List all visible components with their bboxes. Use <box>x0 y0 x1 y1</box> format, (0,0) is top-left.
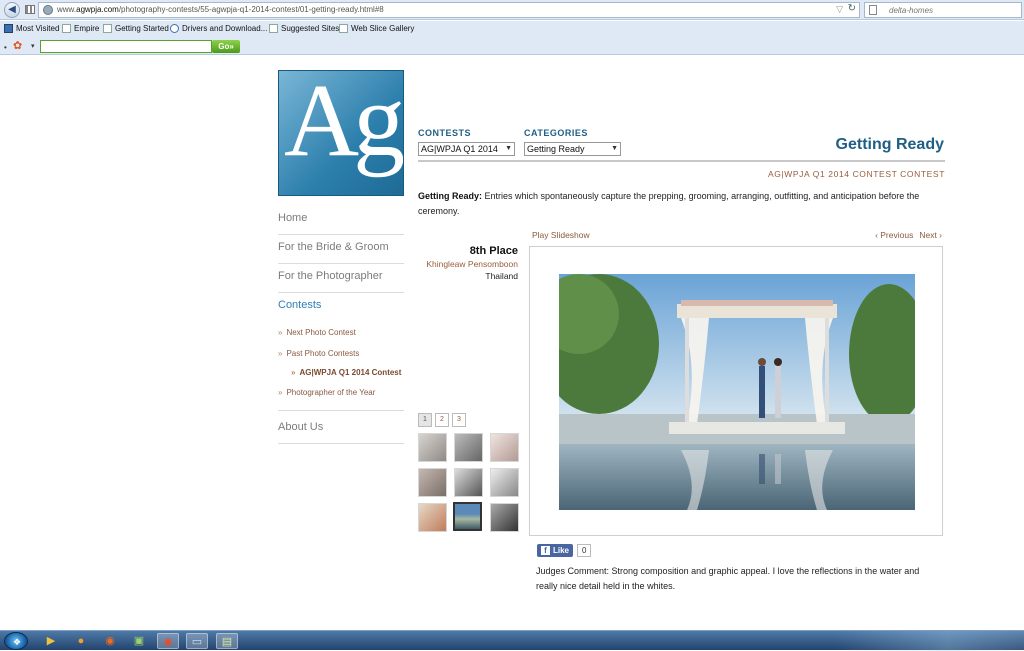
bookmark-empire[interactable]: Empire <box>62 24 99 33</box>
sidebar-nav: Home For the Bride & Groom For the Photo… <box>278 206 404 444</box>
hp-icon <box>170 24 179 33</box>
double-chevron-icon: » <box>278 349 283 358</box>
search-input[interactable]: delta-homes <box>864 2 1022 18</box>
page: Ag Home For the Bride & Groom For the Ph… <box>0 56 1024 630</box>
page-icon <box>869 5 877 15</box>
double-chevron-icon: » <box>278 328 283 337</box>
place-label: 8th Place <box>469 245 518 257</box>
sidebar-subitem-next-contest[interactable]: » Next Photo Contest <box>278 322 404 343</box>
categories-select[interactable]: Getting Ready ▼ <box>524 142 621 156</box>
wedding-pavilion-image <box>559 274 915 510</box>
facebook-like: f Like 0 <box>537 544 592 557</box>
contests-label: CONTESTS <box>418 128 472 138</box>
prev-next-nav: ‹ Previous Next › <box>840 230 942 240</box>
page-title: Getting Ready <box>835 136 944 153</box>
bookmark-icon <box>4 24 13 33</box>
thumbnail[interactable] <box>490 433 519 462</box>
toolbar-search-input[interactable] <box>40 40 212 53</box>
caret-down-icon[interactable]: ▾ <box>31 42 35 50</box>
page-button-2[interactable]: 2 <box>435 413 449 427</box>
bookmark-suggested-sites[interactable]: Suggested Sites <box>269 24 339 33</box>
explorer-window-icon[interactable]: ▭ <box>186 633 208 649</box>
bookmark-most-visited[interactable]: Most Visited <box>4 24 59 33</box>
site-logo[interactable]: Ag <box>278 70 404 196</box>
thumbnail-selected[interactable] <box>453 502 482 531</box>
system-tray <box>834 631 1024 651</box>
bookmark-drivers[interactable]: Drivers and Download... <box>170 24 267 33</box>
grid-icon[interactable] <box>25 5 35 14</box>
photographer-link[interactable]: Khingleaw Pensomboon <box>418 259 518 269</box>
contest-subtitle: AG|WPJA Q1 2014 CONTEST CONTEST <box>768 169 945 179</box>
contests-select[interactable]: AG|WPJA Q1 2014 ▼ <box>418 142 515 156</box>
previous-link[interactable]: ‹ Previous <box>875 230 913 240</box>
page-icon <box>103 24 112 33</box>
windows-taskbar: ❖ ▶ ● ◉ ▣ ◉ ▭ ▤ <box>0 630 1024 651</box>
logo-text: Ag <box>284 70 403 178</box>
thumbnail-pager: 1 2 3 <box>418 413 469 427</box>
sidebar-item-contests[interactable]: Contests <box>278 293 404 322</box>
browser-icon[interactable]: ◉ <box>99 633 121 649</box>
globe-icon <box>43 5 53 15</box>
like-count: 0 <box>577 544 592 557</box>
sidebar-item-bride-groom[interactable]: For the Bride & Groom <box>278 235 404 264</box>
media-player-icon[interactable]: ▶ <box>40 633 62 649</box>
country-label: Thailand <box>485 271 518 281</box>
flower-icon[interactable]: ✿ <box>13 39 22 52</box>
dropdown-arrow-icon: ▼ <box>611 145 618 152</box>
thumbnail[interactable] <box>418 503 447 532</box>
url-text: www.agwpja.com/photography-contests/55-a… <box>57 5 384 14</box>
judges-comment: Judges Comment: Strong composition and g… <box>536 566 920 591</box>
contest-photo[interactable] <box>559 274 915 510</box>
firefox-icon[interactable]: ● <box>70 633 92 649</box>
thumbnail[interactable] <box>454 433 483 462</box>
page-icon <box>62 24 71 33</box>
category-description: Getting Ready: Entries which spontaneous… <box>418 191 920 216</box>
double-chevron-icon: » <box>291 368 296 377</box>
go-button[interactable]: Go» <box>212 40 240 53</box>
page-button-3[interactable]: 3 <box>452 413 466 427</box>
dropdown-arrow-icon[interactable]: ▽ <box>836 4 843 15</box>
url-input[interactable]: www.agwpja.com/photography-contests/55-a… <box>38 2 860 18</box>
thumbnail[interactable] <box>418 433 447 462</box>
bookmarks-bar: Most Visited Empire Getting Started Driv… <box>0 21 1024 37</box>
bookmark-web-slice-gallery[interactable]: Web Slice Gallery <box>339 24 414 33</box>
active-browser-icon[interactable]: ◉ <box>157 633 179 649</box>
double-chevron-icon: » <box>278 388 283 397</box>
back-arrow-icon[interactable]: ◀ <box>4 2 20 18</box>
search-toolbar: • ✿ ▾ Go» <box>0 37 1024 55</box>
app-icon[interactable]: ▣ <box>128 633 150 649</box>
sidebar-subitem-photographer-of-year[interactable]: » Photographer of the Year <box>278 382 404 403</box>
bookmark-getting-started[interactable]: Getting Started <box>103 24 169 33</box>
sidebar-item-home[interactable]: Home <box>278 206 404 235</box>
page-icon <box>269 24 278 33</box>
sidebar-item-photographer[interactable]: For the Photographer <box>278 264 404 293</box>
thumbnail[interactable] <box>490 503 519 532</box>
entry-info: 8th Place Khingleaw Pensomboon Thailand <box>418 245 518 281</box>
divider <box>278 403 404 411</box>
facebook-icon: f <box>541 546 550 555</box>
reload-icon[interactable]: ↻ <box>848 3 856 14</box>
sidebar-subitem-q1-2014[interactable]: » AG|WPJA Q1 2014 Contest <box>278 364 404 382</box>
sidebar-subitem-past-contests[interactable]: » Past Photo Contests <box>278 343 404 364</box>
thumbnail[interactable] <box>454 468 483 497</box>
page-button-1[interactable]: 1 <box>418 413 432 427</box>
facebook-like-button[interactable]: f Like <box>537 544 574 557</box>
photo-frame <box>529 246 943 536</box>
next-link[interactable]: Next › <box>919 230 942 240</box>
menu-dot-icon[interactable]: • <box>4 43 7 52</box>
play-slideshow-link[interactable]: Play Slideshow <box>532 230 590 240</box>
thumbnail[interactable] <box>490 468 519 497</box>
start-button[interactable]: ❖ <box>4 632 28 650</box>
file-manager-icon[interactable]: ▤ <box>216 633 238 649</box>
dropdown-arrow-icon: ▼ <box>505 145 512 152</box>
browser-address-bar: ◀ www.agwpja.com/photography-contests/55… <box>0 0 1024 20</box>
categories-label: CATEGORIES <box>524 128 588 138</box>
windows-logo-icon: ❖ <box>13 637 22 647</box>
title-divider <box>418 160 945 162</box>
thumbnail[interactable] <box>418 468 447 497</box>
search-text: delta-homes <box>889 6 934 15</box>
page-icon <box>339 24 348 33</box>
sidebar-item-about[interactable]: About Us <box>278 415 404 444</box>
